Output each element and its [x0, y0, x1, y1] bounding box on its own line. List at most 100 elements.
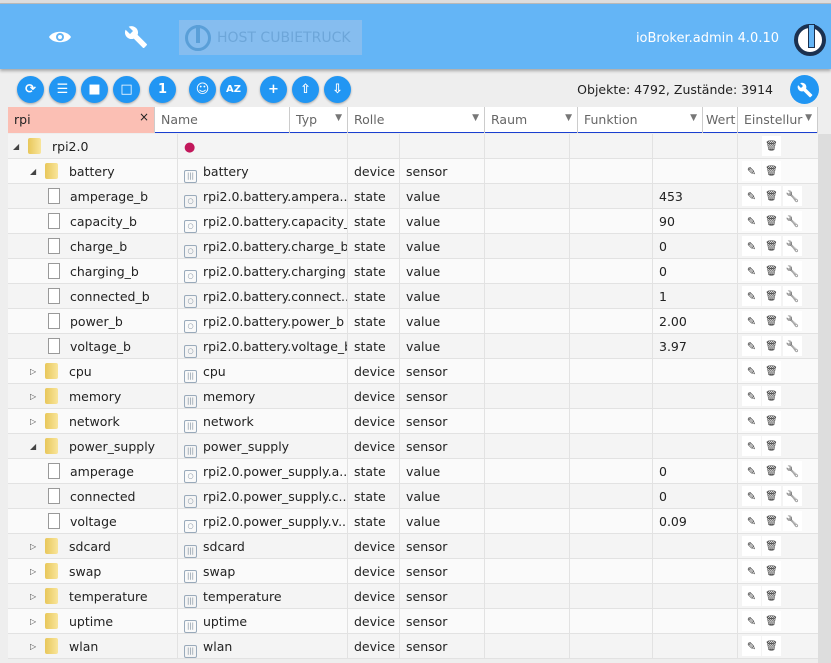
scrollbar[interactable]: [818, 134, 831, 663]
column-typ[interactable]: Typ ▼: [290, 107, 348, 133]
dropdown-icon[interactable]: ▼: [565, 113, 572, 123]
delete-button[interactable]: 🗑: [762, 261, 781, 281]
delete-button[interactable]: 🗑: [762, 136, 781, 156]
table-row[interactable]: ▷ sdcard ||| sdcard device sensor ✎ 🗑: [8, 534, 818, 559]
expanded-toggle-icon[interactable]: ◢: [30, 442, 36, 451]
table-row[interactable]: charge_b ○ rpi2.0.battery.charge_b state val…: [8, 234, 818, 259]
edit-button[interactable]: ✎: [742, 286, 761, 306]
edit-button[interactable]: ✎: [742, 536, 761, 556]
table-row[interactable]: ◢ battery ||| battery device sensor ✎ 🗑: [8, 159, 818, 184]
download-button[interactable]: ⇩: [324, 76, 351, 103]
table-row[interactable]: ◢ rpi2.0 ● 🗑: [8, 134, 818, 159]
table-row[interactable]: ▷ memory ||| memory device sensor ✎ 🗑: [8, 384, 818, 409]
delete-button[interactable]: 🗑: [762, 286, 781, 306]
settings-button[interactable]: 🔧: [783, 336, 802, 356]
dropdown-icon[interactable]: ▼: [472, 113, 479, 123]
clear-filter-icon[interactable]: ×: [139, 110, 149, 124]
edit-button[interactable]: ✎: [742, 261, 761, 281]
delete-button[interactable]: 🗑: [762, 186, 781, 206]
settings-button[interactable]: 🔧: [783, 236, 802, 256]
edit-button[interactable]: ✎: [742, 561, 761, 581]
delete-button[interactable]: 🗑: [762, 611, 781, 631]
edit-button[interactable]: ✎: [742, 186, 761, 206]
expanded-toggle-icon[interactable]: ◢: [13, 142, 19, 151]
table-row[interactable]: connected ○ rpi2.0.power_supply.c... state v…: [8, 484, 818, 509]
dropdown-icon[interactable]: ▼: [805, 113, 812, 123]
table-row[interactable]: ▷ network ||| network device sensor ✎ 🗑: [8, 409, 818, 434]
settings-button[interactable]: [790, 75, 819, 104]
edit-button[interactable]: ✎: [742, 311, 761, 331]
id-filter-input[interactable]: rpi ×: [8, 107, 155, 133]
edit-button[interactable]: ✎: [742, 586, 761, 606]
column-funktion[interactable]: Funktion ▼: [578, 107, 703, 133]
table-row[interactable]: ▷ swap ||| swap device sensor ✎ 🗑: [8, 559, 818, 584]
edit-button[interactable]: ✎: [742, 436, 761, 456]
upload-button[interactable]: ⇧: [292, 76, 319, 103]
folder-open-button[interactable]: □: [113, 76, 140, 103]
delete-button[interactable]: 🗑: [762, 486, 781, 506]
collapsed-toggle-icon[interactable]: ▷: [30, 642, 36, 651]
table-row[interactable]: ◢ power_supply ||| power_supply device sensor…: [8, 434, 818, 459]
folder-button[interactable]: ■: [81, 76, 108, 103]
table-row[interactable]: charging_b ○ rpi2.0.battery.charging... sta…: [8, 259, 818, 284]
delete-button[interactable]: 🗑: [762, 386, 781, 406]
settings-button[interactable]: 🔧: [783, 211, 802, 231]
table-row[interactable]: capacity_b ○ rpi2.0.battery.capacity_b stat…: [8, 209, 818, 234]
sort-az-button[interactable]: AZ: [220, 76, 247, 103]
table-row[interactable]: ▷ cpu ||| cpu device sensor ✎ 🗑: [8, 359, 818, 384]
edit-button[interactable]: ✎: [742, 211, 761, 231]
delete-button[interactable]: 🗑: [762, 211, 781, 231]
settings-button[interactable]: 🔧: [783, 311, 802, 331]
edit-button[interactable]: ✎: [742, 336, 761, 356]
edit-button[interactable]: ✎: [742, 636, 761, 656]
collapsed-toggle-icon[interactable]: ▷: [30, 392, 36, 401]
settings-button[interactable]: 🔧: [783, 261, 802, 281]
collapsed-toggle-icon[interactable]: ▷: [30, 417, 36, 426]
delete-button[interactable]: 🗑: [762, 536, 781, 556]
settings-button[interactable]: 🔧: [783, 186, 802, 206]
table-row[interactable]: ▷ uptime ||| uptime device sensor ✎ 🗑: [8, 609, 818, 634]
edit-button[interactable]: ✎: [742, 411, 761, 431]
dropdown-icon[interactable]: ▼: [690, 113, 697, 123]
table-row[interactable]: power_b ○ rpi2.0.battery.power_b state value…: [8, 309, 818, 334]
wrench-icon[interactable]: [121, 22, 151, 52]
delete-button[interactable]: 🗑: [762, 636, 781, 656]
edit-button[interactable]: ✎: [742, 461, 761, 481]
table-row[interactable]: ▷ temperature ||| temperature device sensor ✎ 🗑: [8, 584, 818, 609]
table-row[interactable]: ▷ wlan ||| wlan device sensor ✎ 🗑: [8, 634, 818, 659]
column-wert[interactable]: Wert: [703, 107, 738, 133]
settings-button[interactable]: 🔧: [783, 286, 802, 306]
add-button[interactable]: +: [260, 76, 287, 103]
list-button[interactable]: ☰: [49, 76, 76, 103]
delete-button[interactable]: 🗑: [762, 586, 781, 606]
delete-button[interactable]: 🗑: [762, 561, 781, 581]
settings-button[interactable]: 🔧: [783, 461, 802, 481]
delete-button[interactable]: 🗑: [762, 161, 781, 181]
one-button[interactable]: 1: [149, 76, 176, 103]
collapsed-toggle-icon[interactable]: ▷: [30, 567, 36, 576]
table-row[interactable]: voltage_b ○ rpi2.0.battery.voltage_b state v…: [8, 334, 818, 359]
delete-button[interactable]: 🗑: [762, 461, 781, 481]
delete-button[interactable]: 🗑: [762, 361, 781, 381]
dropdown-icon[interactable]: ▼: [335, 113, 342, 123]
edit-button[interactable]: ✎: [742, 386, 761, 406]
expanded-toggle-icon[interactable]: ◢: [30, 167, 36, 176]
column-raum[interactable]: Raum ▼: [485, 107, 578, 133]
edit-button[interactable]: ✎: [742, 361, 761, 381]
collapsed-toggle-icon[interactable]: ▷: [30, 367, 36, 376]
table-row[interactable]: voltage ○ rpi2.0.power_supply.v... state val…: [8, 509, 818, 534]
delete-button[interactable]: 🗑: [762, 236, 781, 256]
delete-button[interactable]: 🗑: [762, 311, 781, 331]
delete-button[interactable]: 🗑: [762, 436, 781, 456]
edit-button[interactable]: ✎: [742, 511, 761, 531]
column-rolle[interactable]: Rolle ▼: [348, 107, 485, 133]
edit-button[interactable]: ✎: [742, 611, 761, 631]
settings-button[interactable]: 🔧: [783, 511, 802, 531]
collapsed-toggle-icon[interactable]: ▷: [30, 592, 36, 601]
collapsed-toggle-icon[interactable]: ▷: [30, 617, 36, 626]
table-row[interactable]: amperage ○ rpi2.0.power_supply.a... state va…: [8, 459, 818, 484]
refresh-button[interactable]: ⟳: [17, 76, 44, 103]
table-row[interactable]: amperage_b ○ rpi2.0.battery.ampera... state…: [8, 184, 818, 209]
expert-button[interactable]: ☺: [189, 76, 216, 103]
column-name[interactable]: Name: [155, 107, 290, 133]
